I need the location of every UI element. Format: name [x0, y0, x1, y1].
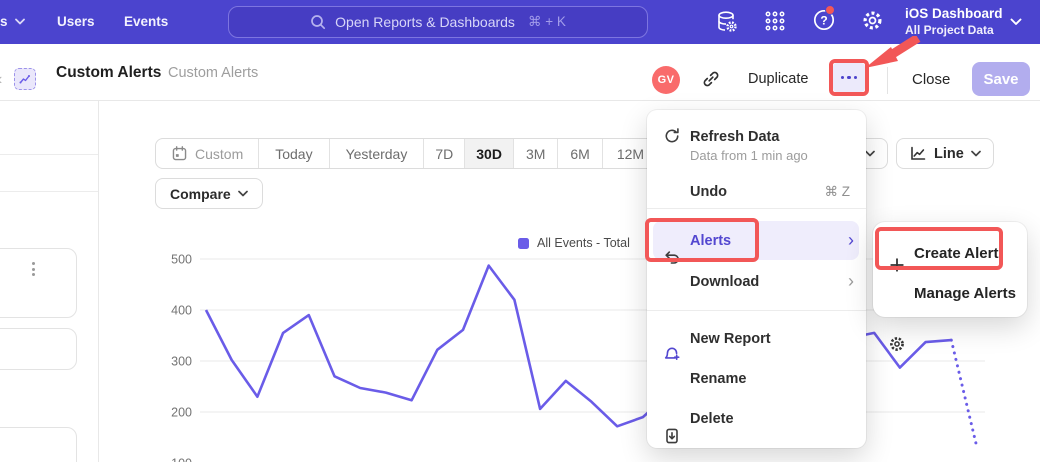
more-ellipsis-icon: [841, 76, 845, 80]
search-bar[interactable]: Open Reports & Dashboards ⌘ + K: [228, 6, 648, 38]
svg-text:500: 500: [171, 253, 192, 267]
calendar-icon: [171, 145, 188, 162]
svg-text:200: 200: [171, 406, 192, 420]
menu-divider: [647, 208, 866, 209]
submenu-item-create-alert[interactable]: Create Alert: [873, 234, 1027, 272]
plus-icon: [888, 256, 906, 274]
search-shortcut: ⌘ + K: [528, 14, 566, 30]
range-30d-selected[interactable]: 30D: [465, 139, 514, 168]
avatar[interactable]: GV: [652, 66, 680, 94]
submenu-arrow-icon: ›: [848, 272, 854, 290]
chevron-down-icon: [865, 150, 875, 157]
context-menu: Refresh Data Data from 1 min ago Undo ⌘ …: [647, 110, 866, 448]
breadcrumb[interactable]: Custom Alerts: [168, 65, 258, 81]
menu-item-download[interactable]: Download ›: [647, 264, 866, 300]
legend-label: All Events - Total: [537, 236, 630, 250]
page-title: Custom Alerts: [56, 64, 161, 82]
legend-swatch: [518, 238, 529, 249]
line-chart-icon: [909, 145, 927, 162]
panel-divider: [98, 101, 99, 462]
menu-item-undo[interactable]: Undo ⌘ Z: [647, 175, 866, 209]
svg-text:300: 300: [171, 355, 192, 369]
range-custom[interactable]: Custom: [156, 139, 259, 168]
chevron-down-icon: [15, 18, 25, 25]
submenu-item-manage-alerts[interactable]: Manage Alerts: [873, 274, 1027, 312]
svg-text:100: 100: [171, 457, 192, 462]
notification-badge: [825, 5, 835, 15]
nav-item-users[interactable]: Users: [57, 14, 95, 29]
header-divider: [887, 67, 888, 94]
chart-type-button[interactable]: Line: [896, 138, 994, 169]
menu-item-delete[interactable]: Delete: [647, 402, 866, 436]
range-today[interactable]: Today: [259, 139, 329, 168]
rail-divider: [0, 154, 98, 155]
apps-grid-icon[interactable]: [764, 10, 786, 32]
list-item[interactable]: [0, 248, 77, 318]
submenu-arrow-icon: ›: [848, 231, 854, 249]
list-item[interactable]: [0, 328, 77, 370]
close-button[interactable]: Close: [912, 71, 950, 88]
duplicate-button[interactable]: Duplicate: [748, 71, 808, 87]
range-yesterday[interactable]: Yesterday: [330, 139, 425, 168]
chevron-down-icon[interactable]: [1010, 18, 1022, 26]
app-window: s Users Events Open Reports & Dashboards…: [0, 0, 1040, 462]
alerts-submenu: Create Alert Manage Alerts: [873, 222, 1027, 317]
menu-divider: [647, 310, 866, 311]
nav-item-truncated-label: s: [0, 14, 8, 29]
chevron-down-icon: [238, 190, 248, 197]
list-item[interactable]: [0, 427, 77, 462]
chart-legend[interactable]: All Events - Total: [518, 236, 630, 250]
kebab-menu-icon[interactable]: [32, 262, 35, 276]
compare-button[interactable]: Compare: [155, 178, 263, 209]
search-placeholder: Open Reports & Dashboards: [335, 14, 515, 30]
nav-item-events[interactable]: Events: [124, 14, 168, 29]
undo-shortcut: ⌘ Z: [825, 184, 851, 200]
data-settings-icon[interactable]: [716, 10, 738, 33]
refresh-sublabel: Data from 1 min ago: [690, 148, 808, 163]
range-6m[interactable]: 6M: [558, 139, 602, 168]
svg-text:400: 400: [171, 304, 192, 318]
nav-item-truncated[interactable]: s: [0, 14, 25, 29]
menu-item-rename[interactable]: Rename: [647, 362, 866, 396]
gear-icon: [888, 335, 906, 353]
more-options-button[interactable]: [833, 63, 865, 92]
range-3m[interactable]: 3M: [514, 139, 558, 168]
save-button[interactable]: Save: [972, 62, 1030, 96]
date-range-selector: Custom Today Yesterday 7D 30D 3M 6M 12M: [155, 138, 659, 169]
project-scope: All Project Data: [905, 23, 994, 37]
chevron-left-icon[interactable]: ‹: [0, 71, 2, 89]
menu-item-refresh-data[interactable]: Refresh Data Data from 1 min ago: [647, 118, 866, 162]
rail-divider: [0, 191, 98, 192]
refresh-icon: [663, 127, 681, 145]
menu-item-new-report[interactable]: New Report: [647, 322, 866, 356]
settings-icon[interactable]: [861, 9, 884, 32]
project-name[interactable]: iOS Dashboard: [905, 6, 1003, 21]
top-navbar: s Users Events Open Reports & Dashboards…: [0, 0, 1040, 44]
report-header: ‹ Custom Alerts Custom Alerts GV Duplica…: [0, 44, 1040, 101]
svg-text:?: ?: [820, 13, 827, 27]
report-icon: [14, 68, 36, 90]
chevron-down-icon: [971, 150, 981, 157]
search-icon: [310, 14, 326, 30]
range-7d[interactable]: 7D: [424, 139, 465, 168]
link-icon[interactable]: [701, 69, 721, 89]
menu-item-alerts[interactable]: Alerts ›: [647, 223, 866, 259]
